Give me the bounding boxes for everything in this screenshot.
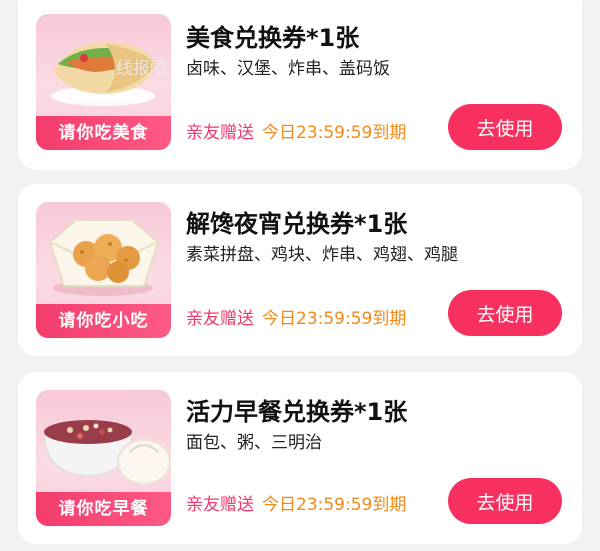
porridge-bun-icon (42, 420, 171, 485)
expire-text: 今日23:59:59到期 (262, 309, 407, 329)
coupon-card: 线报酷 new.xianbao.fun 请你吃美食 美食兑换券*1张 卤味、汉堡… (18, 0, 582, 170)
coupon-card: 请你吃小吃 解馋夜宵兑换券*1张 素菜拼盘、鸡块、炸串、鸡翅、鸡腿 亲友赠送 今日… (18, 184, 582, 356)
coupon-thumbnail: 线报酷 new.xianbao.fun 请你吃美食 (36, 14, 171, 150)
gift-tag: 亲友赠送 (186, 495, 254, 515)
use-coupon-button[interactable]: 去使用 (448, 104, 562, 150)
coupon-meta: 亲友赠送 今日23:59:59到期 (186, 118, 406, 143)
coupon-thumbnail: 请你吃小吃 (36, 202, 171, 338)
thumbnail-label: 请你吃美食 (36, 116, 171, 150)
use-coupon-button[interactable]: 去使用 (448, 290, 562, 336)
watermark-text: 线报酷 new.xianbao.fun (116, 59, 171, 79)
coupon-items: 素菜拼盘、鸡块、炸串、鸡翅、鸡腿 (186, 245, 458, 265)
thumbnail-label: 请你吃早餐 (36, 492, 171, 526)
thumbnail-label: 请你吃小吃 (36, 304, 171, 338)
coupon-title: 美食兑换券*1张 (186, 24, 360, 52)
use-coupon-button[interactable]: 去使用 (448, 478, 562, 524)
coupon-meta: 亲友赠送 今日23:59:59到期 (186, 304, 406, 329)
chicken-nuggets-icon (48, 219, 160, 296)
coupon-thumbnail: 请你吃早餐 (36, 390, 171, 526)
coupon-title: 解馋夜宵兑换券*1张 (186, 210, 408, 238)
coupon-items: 面包、粥、三明治 (186, 433, 322, 453)
coupon-items: 卤味、汉堡、炸串、盖码饭 (186, 59, 390, 79)
gift-tag: 亲友赠送 (186, 309, 254, 329)
coupon-card: 请你吃早餐 活力早餐兑换券*1张 面包、粥、三明治 亲友赠送 今日23:59:59… (18, 372, 582, 544)
expire-text: 今日23:59:59到期 (262, 495, 407, 515)
coupon-meta: 亲友赠送 今日23:59:59到期 (186, 490, 406, 515)
expire-text: 今日23:59:59到期 (262, 123, 407, 143)
gift-tag: 亲友赠送 (186, 123, 254, 143)
coupon-title: 活力早餐兑换券*1张 (186, 398, 408, 426)
